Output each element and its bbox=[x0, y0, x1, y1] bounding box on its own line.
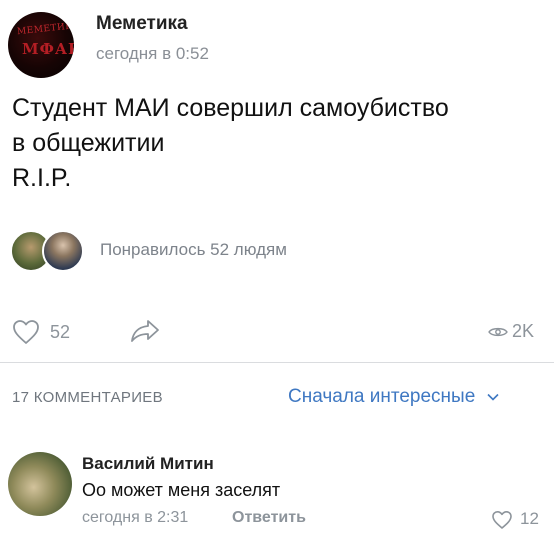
comment-like-button[interactable]: 12 bbox=[491, 509, 547, 533]
comment-author-avatar[interactable] bbox=[8, 452, 72, 516]
divider bbox=[0, 362, 554, 363]
avatar-logo-text: МЕМЕТИКА bbox=[16, 20, 74, 38]
eye-icon bbox=[488, 327, 508, 337]
chevron-down-icon bbox=[486, 393, 499, 401]
reply-button[interactable]: Ответить bbox=[232, 509, 306, 527]
likes-summary[interactable]: Понравилось 52 людям bbox=[100, 240, 287, 260]
post-text-line-2: в общежитии bbox=[12, 129, 165, 157]
avatar-logo-text-bottom: МФАК bbox=[22, 40, 74, 58]
share-icon[interactable] bbox=[130, 318, 160, 344]
like-count: 52 bbox=[50, 322, 71, 342]
comment-text: Оо может меня заселят bbox=[82, 480, 281, 500]
views-counter: 2K bbox=[488, 320, 544, 344]
liker-avatar[interactable] bbox=[42, 230, 84, 272]
sort-dropdown[interactable]: Сначала интересные bbox=[288, 386, 499, 408]
like-button[interactable]: 52 bbox=[12, 317, 92, 347]
post-text-line-1: Студент МАИ совершил самоубиство bbox=[12, 94, 449, 122]
sort-label: Сначала интересные bbox=[288, 386, 476, 407]
post-timestamp[interactable]: сегодня в 0:52 bbox=[96, 44, 209, 64]
comments-count: 17 КОММЕНТАРИЕВ bbox=[12, 389, 163, 406]
post-text-line-3: R.I.P. bbox=[12, 164, 72, 192]
heart-icon bbox=[492, 511, 512, 529]
author-name[interactable]: Меметика bbox=[96, 13, 188, 35]
comment-author-name[interactable]: Василий Митин bbox=[82, 454, 214, 474]
author-avatar[interactable]: МЕМЕТИКА МФАК bbox=[8, 12, 74, 78]
comment-timestamp: сегодня в 2:31 bbox=[82, 509, 189, 526]
views-count: 2K bbox=[512, 321, 535, 341]
comment-like-count: 12 bbox=[520, 509, 539, 528]
heart-icon bbox=[13, 320, 39, 344]
